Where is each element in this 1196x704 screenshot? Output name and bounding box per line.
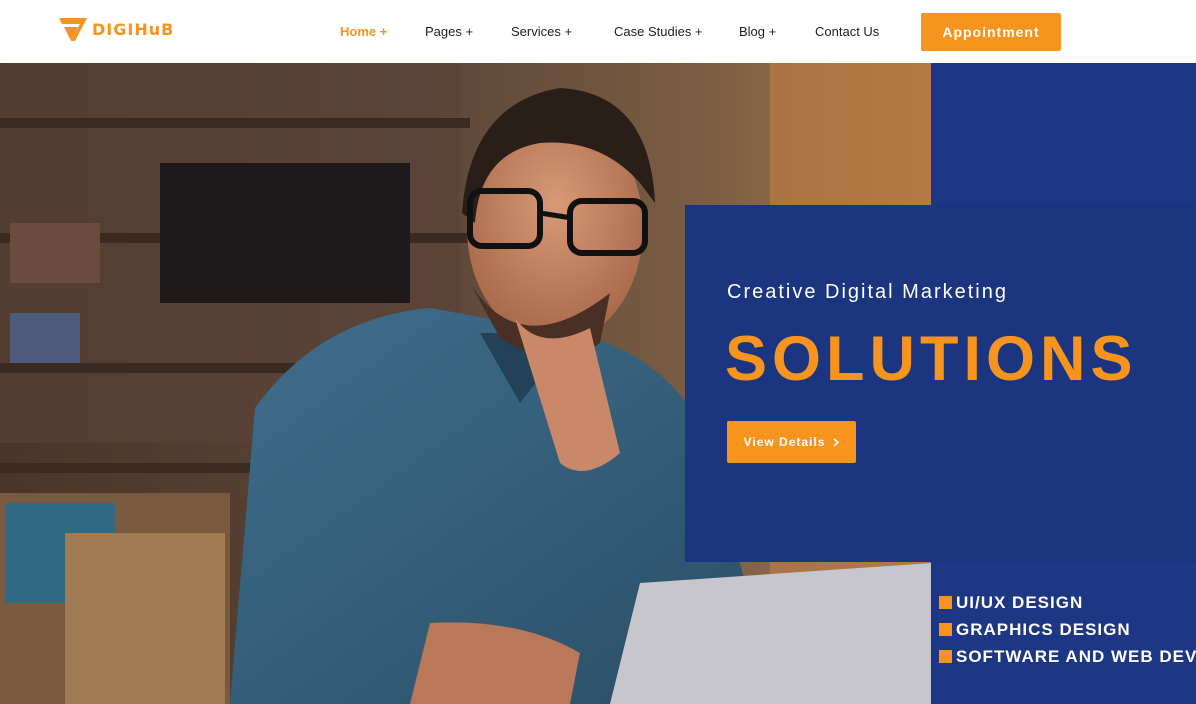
view-details-label: View Details bbox=[743, 435, 826, 449]
nav-pages[interactable]: Pages + bbox=[425, 24, 473, 39]
hero-section: Creative Digital Marketing SOLUTIONS Vie… bbox=[0, 63, 1196, 704]
bullet-square-icon bbox=[939, 596, 952, 609]
service-label: SOFTWARE AND WEB DEV bbox=[956, 646, 1196, 666]
list-item: UI/UX DESIGN bbox=[939, 589, 1196, 616]
nav-blog[interactable]: Blog + bbox=[739, 24, 776, 39]
nav-case-studies[interactable]: Case Studies + bbox=[614, 24, 703, 39]
service-label: GRAPHICS DESIGN bbox=[956, 619, 1131, 639]
hero-content-box: Creative Digital Marketing SOLUTIONS Vie… bbox=[685, 205, 1196, 562]
list-item: GRAPHICS DESIGN bbox=[939, 616, 1196, 643]
bullet-square-icon bbox=[939, 623, 952, 636]
logo-mark-icon bbox=[59, 18, 87, 41]
list-item: SOFTWARE AND WEB DEV bbox=[939, 643, 1196, 670]
nav-contact-us[interactable]: Contact Us bbox=[815, 24, 879, 39]
service-label: UI/UX DESIGN bbox=[956, 592, 1084, 612]
nav-services[interactable]: Services + bbox=[511, 24, 572, 39]
chevron-right-icon bbox=[833, 437, 840, 447]
hero-subtitle: Creative Digital Marketing bbox=[727, 281, 1008, 303]
bullet-square-icon bbox=[939, 650, 952, 663]
services-list: UI/UX DESIGN GRAPHICS DESIGN SOFTWARE AN… bbox=[939, 589, 1196, 670]
site-header: DIGIHuB Home + Pages + Services + Case S… bbox=[0, 0, 1196, 63]
hero-title: SOLUTIONS bbox=[725, 324, 1138, 394]
brand-name: DIGIHuB bbox=[92, 19, 175, 39]
logo[interactable]: DIGIHuB bbox=[58, 14, 174, 44]
nav-home[interactable]: Home + bbox=[340, 24, 387, 39]
appointment-button[interactable]: Appointment bbox=[921, 13, 1061, 51]
view-details-button[interactable]: View Details bbox=[727, 421, 856, 463]
